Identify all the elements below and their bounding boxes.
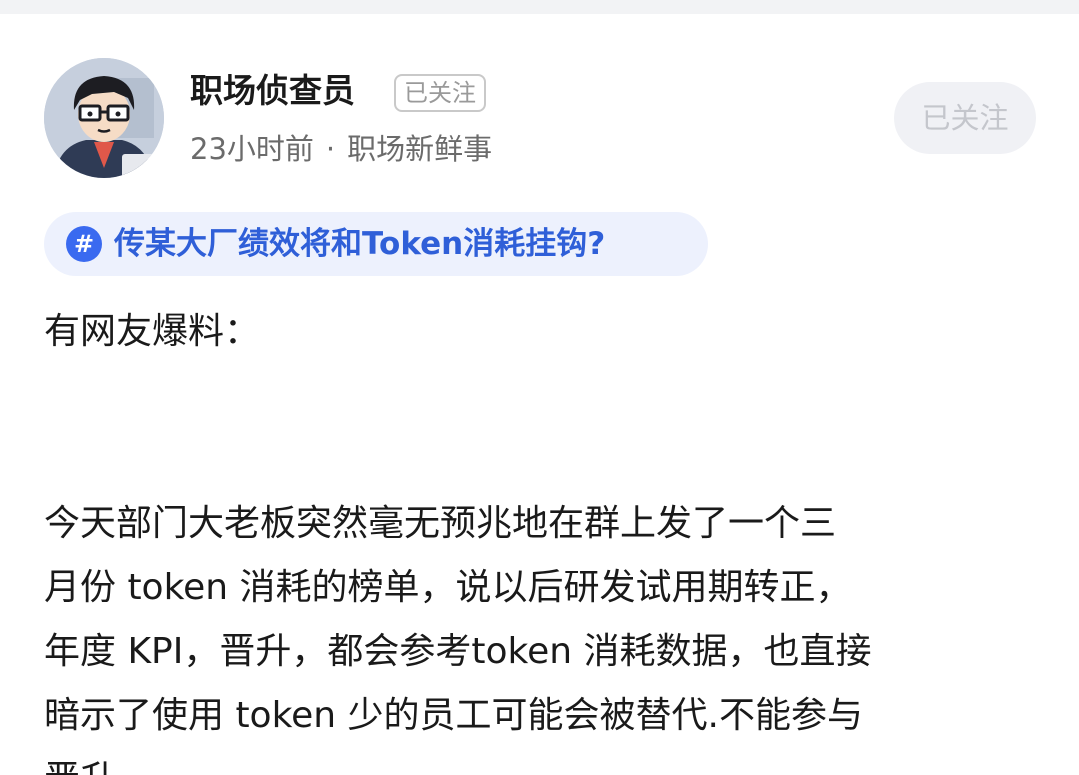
post-time: 23小时前	[190, 132, 314, 166]
post-category[interactable]: 职场新鲜事	[347, 132, 492, 166]
topic-title: 传某大厂绩效将和Token消耗挂钩?	[114, 226, 606, 262]
post-line: 暗示了使用 token 少的员工可能会被替代.不能参与	[44, 695, 864, 736]
hashtag-icon: #	[66, 226, 102, 262]
post-meta: 23小时前 · 职场新鲜事	[190, 130, 492, 168]
follow-button[interactable]: 已关注	[894, 82, 1036, 154]
author-name[interactable]: 职场侦查员	[190, 70, 355, 112]
top-divider	[0, 0, 1079, 14]
post-line: 今天部门大老板突然毫无预兆地在群上发了一个三	[44, 503, 837, 544]
avatar[interactable]	[44, 58, 164, 178]
followed-badge: 已关注	[394, 74, 486, 112]
post-intro: 有网友爆料：	[44, 311, 261, 352]
post-line: 月份 token 消耗的榜单，说以后研发试用期转正，	[44, 567, 852, 608]
post-content: 有网友爆料： 今天部门大老板突然毫无预兆地在群上发了一个三 月份 token 消…	[44, 300, 1034, 775]
avatar-illustration	[44, 58, 164, 178]
post-page: 职场侦查员 已关注 23小时前 · 职场新鲜事 已关注 # 传某大厂绩效将和Toke…	[0, 0, 1079, 775]
post-line: 晋升.	[44, 748, 1034, 775]
topic-tag[interactable]: # 传某大厂绩效将和Token消耗挂钩?	[44, 212, 708, 276]
meta-separator: ·	[325, 132, 336, 166]
post-line: 年度 KPI，晋升，都会参考token 消耗数据，也直接	[44, 631, 872, 672]
